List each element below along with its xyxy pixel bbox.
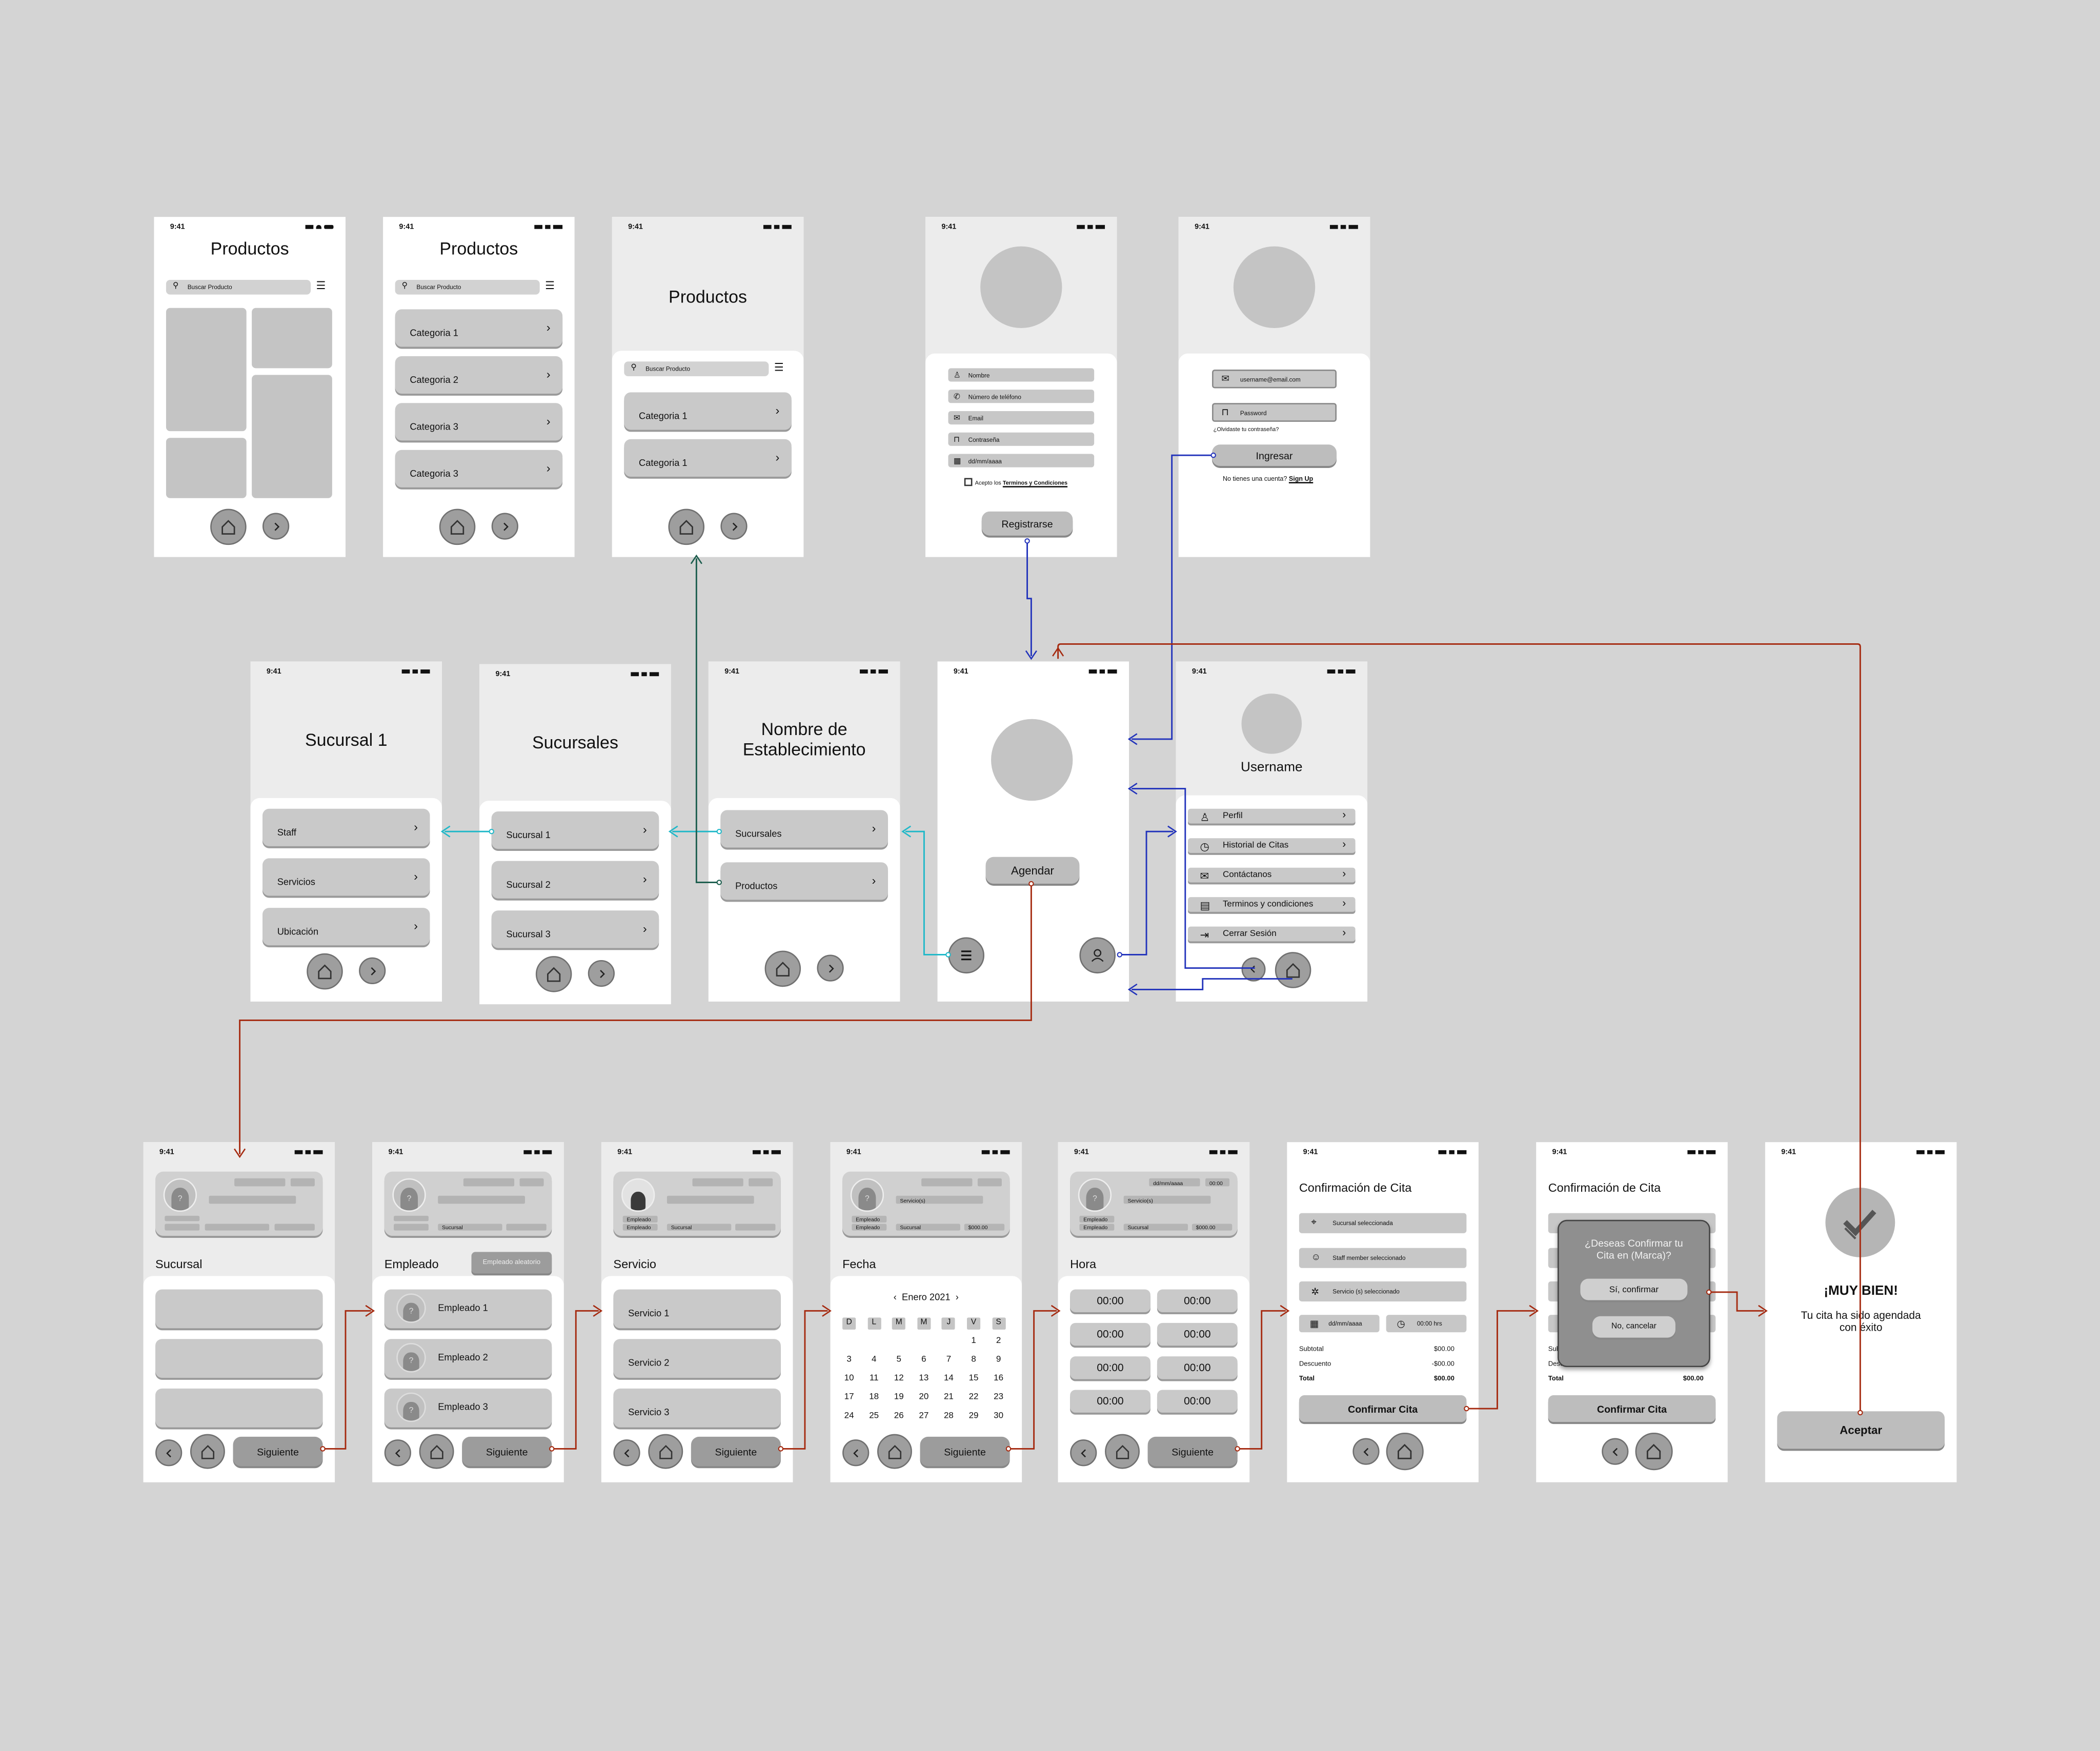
link-accept-home (1057, 643, 1861, 1413)
link-back-home (1132, 788, 1255, 969)
link-home-button (1132, 978, 1293, 990)
link-productos (695, 558, 719, 883)
link-menu-establecimiento (905, 830, 948, 955)
link-agendar-flow (239, 884, 1032, 1154)
link-login-home (1132, 454, 1214, 740)
flow-connectors (234, 452, 1863, 1452)
link-home-perfil (1119, 830, 1174, 955)
link-registro-home (1026, 541, 1032, 656)
